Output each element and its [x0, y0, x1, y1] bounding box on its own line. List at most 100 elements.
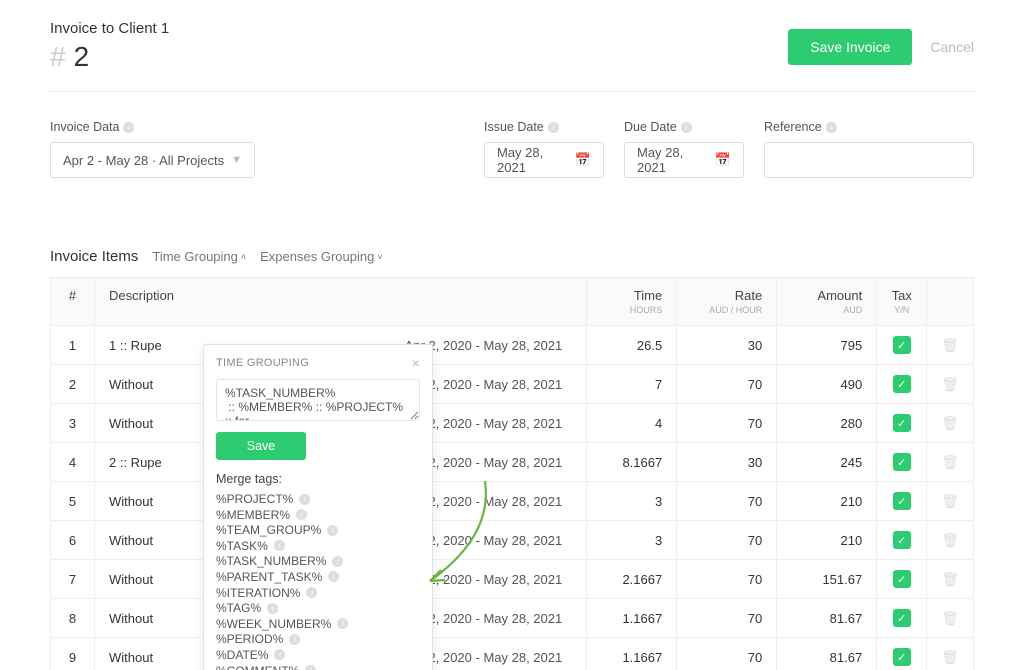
row-amount: 280: [777, 404, 877, 443]
row-time[interactable]: 4: [587, 404, 677, 443]
row-delete[interactable]: 🗑: [927, 521, 974, 560]
row-tax[interactable]: ✓: [877, 521, 927, 560]
row-rate[interactable]: 70: [677, 638, 777, 670]
row-rate[interactable]: 30: [677, 443, 777, 482]
popover-save-button[interactable]: Save: [216, 432, 306, 460]
row-tax[interactable]: ✓: [877, 365, 927, 404]
merge-tag-item[interactable]: %PERIOD%i: [216, 632, 420, 646]
table-row: 11 :: RupeApr 2, 2020 - May 28, 202126.5…: [51, 326, 974, 365]
row-num: 8: [51, 599, 95, 638]
row-time[interactable]: 3: [587, 521, 677, 560]
trash-icon: 🗑: [941, 532, 959, 548]
col-desc: Description: [95, 278, 587, 326]
expenses-grouping-label: Expenses Grouping: [260, 249, 374, 264]
reference-input[interactable]: [764, 142, 974, 178]
invoice-data-selector[interactable]: Apr 2 - May 28 · All Projects ▼: [50, 142, 255, 178]
merge-tag-item[interactable]: %PROJECT%i: [216, 492, 420, 506]
row-rate[interactable]: 70: [677, 560, 777, 599]
invoice-number[interactable]: 2: [74, 41, 90, 73]
merge-tag-item[interactable]: %WEEK_NUMBER%i: [216, 617, 420, 631]
col-rate: RateAUD / HOUR: [677, 278, 777, 326]
row-num: 7: [51, 560, 95, 599]
trash-icon: 🗑: [941, 571, 959, 587]
info-icon: i: [123, 122, 134, 133]
row-time[interactable]: 1.1667: [587, 638, 677, 670]
row-num: 5: [51, 482, 95, 521]
merge-tag-item[interactable]: %TASK%i: [216, 539, 420, 553]
trash-icon: 🗑: [941, 493, 959, 509]
row-tax[interactable]: ✓: [877, 404, 927, 443]
row-time[interactable]: 3: [587, 482, 677, 521]
col-tax: TaxY/N: [877, 278, 927, 326]
calendar-icon: 📅: [575, 152, 591, 168]
merge-tag-item[interactable]: %TEAM_GROUP%i: [216, 523, 420, 537]
issue-date-input[interactable]: May 28, 2021 📅: [484, 142, 604, 178]
row-time[interactable]: 7: [587, 365, 677, 404]
row-amount: 151.67: [777, 560, 877, 599]
row-delete[interactable]: 🗑: [927, 404, 974, 443]
row-amount: 490: [777, 365, 877, 404]
row-time[interactable]: 2.1667: [587, 560, 677, 599]
merge-tag-item[interactable]: %MEMBER%i: [216, 508, 420, 522]
due-date-label: Due Date: [624, 120, 677, 134]
row-delete[interactable]: 🗑: [927, 560, 974, 599]
row-delete[interactable]: 🗑: [927, 482, 974, 521]
calendar-icon: 📅: [715, 152, 731, 168]
row-tax[interactable]: ✓: [877, 560, 927, 599]
due-date-input[interactable]: May 28, 2021 📅: [624, 142, 744, 178]
row-num: 6: [51, 521, 95, 560]
row-tax[interactable]: ✓: [877, 599, 927, 638]
row-time[interactable]: 26.5: [587, 326, 677, 365]
row-delete[interactable]: 🗑: [927, 443, 974, 482]
row-tax[interactable]: ✓: [877, 326, 927, 365]
row-amount: 210: [777, 482, 877, 521]
expenses-grouping-toggle[interactable]: Expenses Grouping ˅: [260, 249, 382, 264]
col-num: #: [51, 278, 95, 326]
row-tax[interactable]: ✓: [877, 443, 927, 482]
merge-tag-item[interactable]: %TAG%i: [216, 601, 420, 615]
row-num: 2: [51, 365, 95, 404]
info-icon: i: [289, 634, 300, 645]
row-amount: 210: [777, 521, 877, 560]
col-time: TimeHOURS: [587, 278, 677, 326]
filter-icon: ▼: [231, 154, 242, 166]
merge-tag-item[interactable]: %DATE%i: [216, 648, 420, 662]
popover-title: TIME GROUPING: [216, 357, 309, 369]
merge-tag-item[interactable]: %COMMENT%i: [216, 664, 420, 670]
merge-tag-item[interactable]: %TASK_NUMBER%i: [216, 554, 420, 568]
trash-icon: 🗑: [941, 337, 959, 353]
row-time[interactable]: 1.1667: [587, 599, 677, 638]
row-rate[interactable]: 70: [677, 365, 777, 404]
row-tax[interactable]: ✓: [877, 482, 927, 521]
info-icon: i: [328, 571, 339, 582]
save-invoice-button[interactable]: Save Invoice: [788, 29, 912, 65]
row-delete[interactable]: 🗑: [927, 599, 974, 638]
row-rate[interactable]: 70: [677, 599, 777, 638]
row-rate[interactable]: 70: [677, 482, 777, 521]
info-icon: i: [274, 540, 285, 551]
invoice-hash: #: [50, 41, 66, 73]
row-delete[interactable]: 🗑: [927, 326, 974, 365]
trash-icon: 🗑: [941, 454, 959, 470]
row-rate[interactable]: 70: [677, 404, 777, 443]
table-row: 7Without2, 2020 - May 28, 20212.16677015…: [51, 560, 974, 599]
time-grouping-toggle[interactable]: Time Grouping ˄: [152, 249, 246, 264]
issue-date-label: Issue Date: [484, 120, 544, 134]
table-row: 2Without2, 2020 - May 28, 2021770490✓🗑: [51, 365, 974, 404]
row-amount: 81.67: [777, 599, 877, 638]
row-delete[interactable]: 🗑: [927, 365, 974, 404]
close-icon[interactable]: ×: [412, 355, 420, 371]
row-delete[interactable]: 🗑: [927, 638, 974, 670]
info-icon: i: [299, 494, 310, 505]
row-tax[interactable]: ✓: [877, 638, 927, 670]
merge-tag-item[interactable]: %ITERATION%i: [216, 586, 420, 600]
time-grouping-label: Time Grouping: [152, 249, 238, 264]
grouping-template-textarea[interactable]: [216, 379, 420, 421]
row-time[interactable]: 8.1667: [587, 443, 677, 482]
row-rate[interactable]: 70: [677, 521, 777, 560]
cancel-button[interactable]: Cancel: [930, 39, 974, 55]
row-rate[interactable]: 30: [677, 326, 777, 365]
time-grouping-popover: TIME GROUPING × Save Merge tags: %PROJEC…: [203, 344, 433, 670]
merge-tag-item[interactable]: %PARENT_TASK%i: [216, 570, 420, 584]
trash-icon: 🗑: [941, 415, 959, 431]
